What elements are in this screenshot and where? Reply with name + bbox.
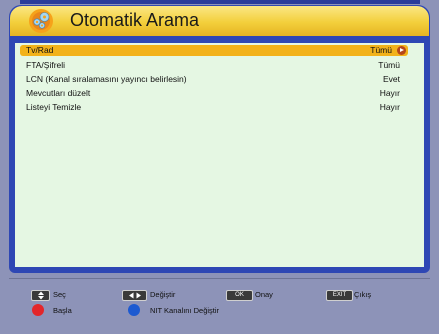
page-title: Otomatik Arama [70,10,200,30]
left-right-key-icon [122,290,147,301]
setting-row-fix-existing[interactable]: Mevcutları düzelt Hayır [20,88,408,99]
help-select-label: Seç [53,290,66,299]
setting-label: FTA/Şifreli [26,60,66,70]
setting-label: Listeyi Temizle [26,102,82,112]
gear-globe-icon [29,9,53,33]
setting-value: Tümü [370,45,392,55]
ok-key: OK [226,290,253,301]
footer-divider [9,278,430,279]
setting-value: Hayır [379,102,400,112]
setting-value: Hayır [379,88,400,98]
setting-label: Tv/Rad [26,45,54,55]
auto-search-screen: Otomatik Arama Tv/Rad Tümü FTA/Şifreli T… [0,0,439,334]
exit-key: EXIT [326,290,353,301]
setting-row-tv-rad[interactable]: Tv/Rad Tümü [20,45,408,56]
help-nit-label: NIT Kanalını Değiştir [150,306,220,315]
blue-button-icon [128,304,140,316]
setting-value: Evet [382,74,400,84]
title-bar: Otomatik Arama [10,6,429,36]
setting-label: Mevcutları düzelt [26,88,91,98]
arrow-right-icon[interactable] [397,46,406,55]
setting-row-lcn[interactable]: LCN (Kanal sıralamasını yayıncı belirles… [20,74,408,85]
setting-value: Tümü [378,60,400,70]
settings-panel: Tv/Rad Tümü FTA/Şifreli Tümü LCN (Kanal … [15,43,424,267]
setting-row-fta[interactable]: FTA/Şifreli Tümü [20,60,408,71]
setting-row-clear-list[interactable]: Listeyi Temizle Hayır [20,102,408,113]
help-start-label: Başla [53,306,72,315]
menu-window: Otomatik Arama Tv/Rad Tümü FTA/Şifreli T… [9,5,430,273]
help-exit-label: Çıkış [354,290,372,299]
help-change-label: Değiştir [150,290,176,299]
help-ok-label: Onay [255,290,273,299]
red-button-icon [32,304,44,316]
up-down-key-icon [31,290,50,301]
top-strip [20,0,420,4]
setting-label: LCN (Kanal sıralamasını yayıncı belirles… [26,74,187,84]
